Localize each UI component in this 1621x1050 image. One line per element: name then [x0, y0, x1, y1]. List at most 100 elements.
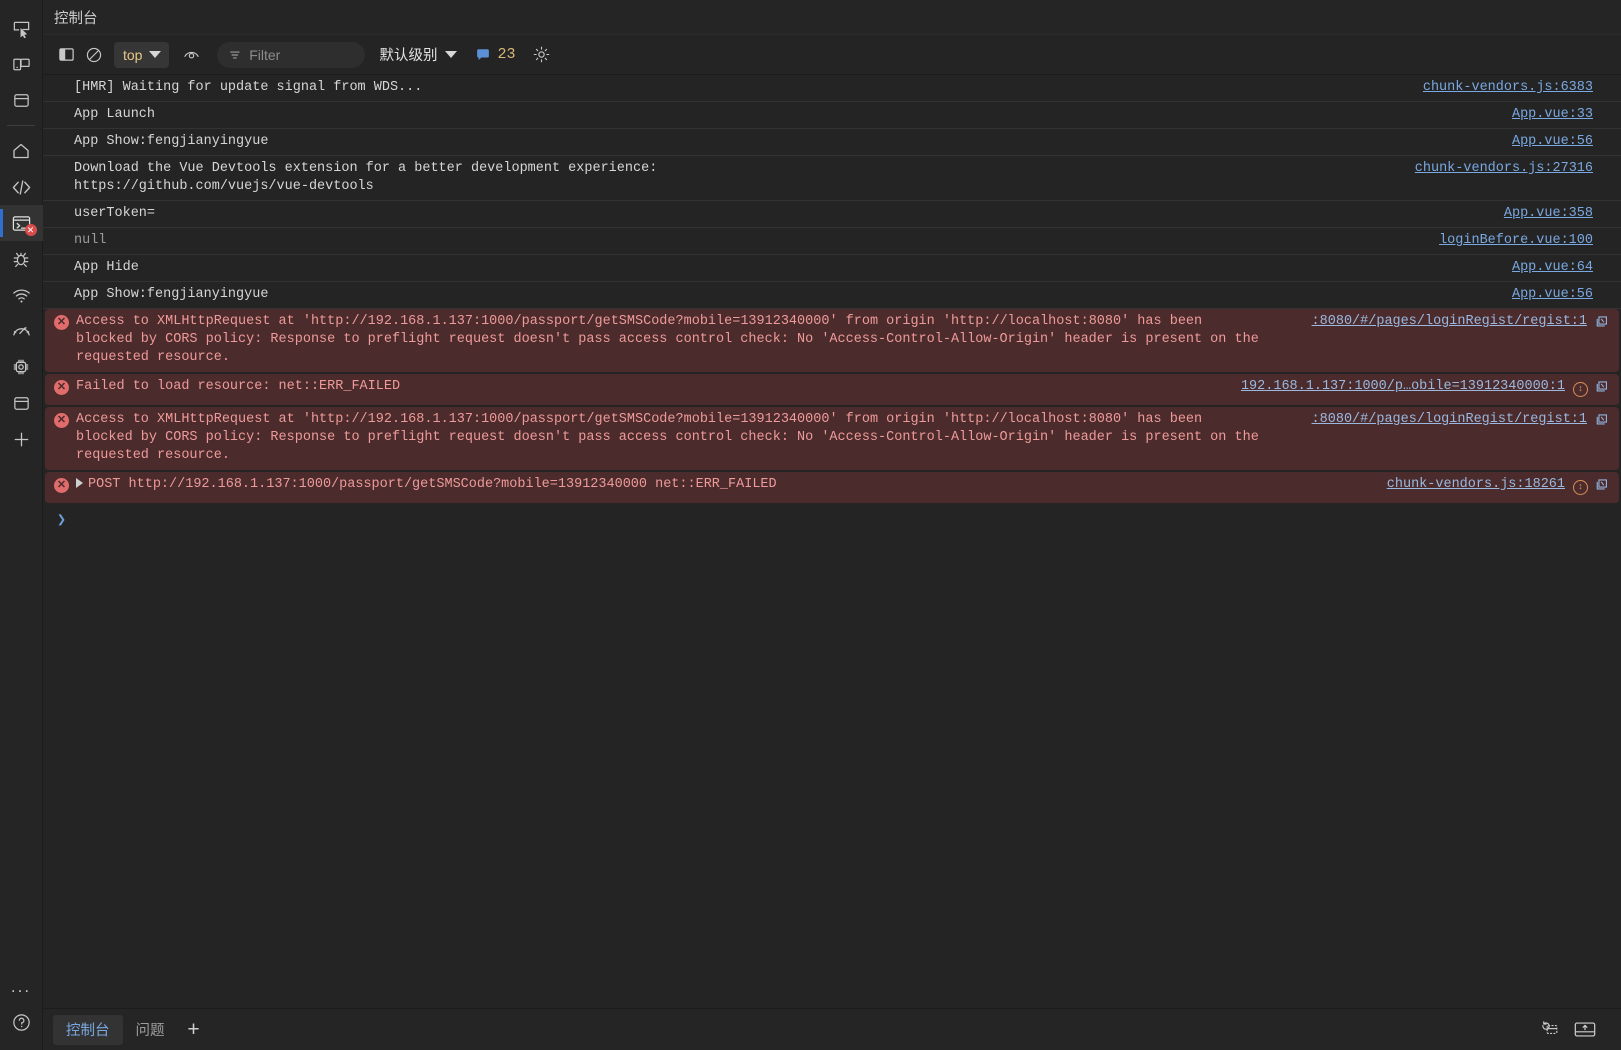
- log-source-link[interactable]: App.vue:56: [1498, 286, 1621, 304]
- log-text: ' from origin ': [829, 314, 951, 329]
- devtools-main: 控制台 top Filter 默认级别 23 [HMR] Waiting for…: [43, 0, 1621, 1050]
- log-text: userToken=: [74, 206, 156, 221]
- log-message: Download the Vue Devtools extension for …: [43, 160, 1401, 196]
- console-log-row[interactable]: null loginBefore.vue:100: [43, 228, 1621, 255]
- filter-input-wrapper[interactable]: [217, 41, 366, 68]
- log-source-link[interactable]: chunk-vendors.js:27316: [1401, 160, 1621, 178]
- log-text: Access to XMLHttpRequest at ': [76, 314, 311, 329]
- devtools-window: ✕ ... 控制台 top Filter 默认级别 23 [HMR] Waiti…: [0, 0, 1621, 1050]
- console-error-row[interactable]: ✕ Failed to load resource: net::ERR_FAILE…: [45, 374, 1619, 406]
- console-log-row[interactable]: App Hide App.vue:64: [43, 255, 1621, 282]
- gear-icon[interactable]: [527, 41, 555, 69]
- log-source-link[interactable]: App.vue:33: [1498, 106, 1621, 124]
- more-options-label: ...: [10, 976, 32, 996]
- message-count-badge[interactable]: 23: [475, 46, 515, 63]
- stack-trace-icon[interactable]: [1595, 476, 1610, 498]
- log-source-link[interactable]: 192.168.1.137:1000/p…obile=13912340000:1: [1227, 378, 1573, 396]
- log-message: App Show:fengjianyingyue: [43, 133, 1498, 151]
- console-toolbar: top 默认级别: [43, 35, 1621, 75]
- live-expression-eye-icon[interactable]: [177, 41, 205, 69]
- filter-input[interactable]: [249, 46, 354, 63]
- console-log-row[interactable]: App Show:fengjianyingyue App.vue:56: [43, 129, 1621, 156]
- log-text: Access to XMLHttpRequest at ': [76, 412, 311, 427]
- log-level-select[interactable]: 默认级别: [379, 44, 458, 65]
- panel-layout-icon[interactable]: [0, 82, 43, 118]
- more-options-icon[interactable]: ...: [0, 968, 43, 1004]
- log-message: Access to XMLHttpRequest at 'http://192.…: [45, 411, 1298, 465]
- bug-icon[interactable]: [0, 241, 43, 277]
- log-source-link[interactable]: :8080/#/pages/loginRegist/regist:1: [1298, 411, 1595, 429]
- log-link[interactable]: http://localhost:8080: [951, 314, 1121, 329]
- log-source-link[interactable]: App.vue:358: [1490, 205, 1621, 223]
- console-error-row[interactable]: ✕ Access to XMLHttpRequest at 'http://192…: [45, 309, 1619, 373]
- dock-panel-icon[interactable]: [1573, 1020, 1597, 1039]
- bottom-tab-bar: 控制台 问题 +: [43, 1008, 1621, 1050]
- activity-bar-bottom-group: ...: [0, 968, 43, 1050]
- stack-trace-icon[interactable]: [1595, 411, 1610, 433]
- log-source-link[interactable]: chunk-vendors.js:6383: [1409, 79, 1621, 97]
- log-source-link[interactable]: loginBefore.vue:100: [1425, 232, 1621, 250]
- inspect-element-icon[interactable]: [0, 10, 43, 46]
- log-source-link[interactable]: App.vue:56: [1498, 133, 1621, 151]
- console-log-row[interactable]: [HMR] Waiting for update signal from WDS…: [43, 75, 1621, 102]
- page-title: 控制台: [43, 0, 1621, 35]
- network-wifi-icon[interactable]: [0, 277, 43, 313]
- log-link[interactable]: http://localhost:8080: [951, 412, 1121, 427]
- log-message: App Hide: [43, 259, 1498, 277]
- sidebar-toggle-icon[interactable]: [52, 41, 80, 69]
- code-icon[interactable]: [0, 169, 43, 205]
- log-text: App Show:fengjianyingyue: [74, 287, 269, 302]
- log-source-link[interactable]: chunk-vendors.js:18261: [1373, 476, 1573, 494]
- bottom-tab-issues[interactable]: 问题: [123, 1015, 178, 1045]
- log-link[interactable]: http://192.168.1.137:1000/passport/getSM…: [311, 412, 829, 427]
- bottom-tab-issues-label: 问题: [135, 1023, 165, 1039]
- activity-bar-divider: [7, 125, 35, 126]
- plus-icon[interactable]: [0, 421, 43, 457]
- log-message: Access to XMLHttpRequest at 'http://192.…: [45, 313, 1298, 367]
- bottom-tab-console[interactable]: 控制台: [53, 1014, 123, 1045]
- home-icon[interactable]: [0, 133, 43, 169]
- stack-trace-icon[interactable]: [1595, 313, 1610, 335]
- log-link[interactable]: https://github.com/vuejs/vue-devtools: [74, 179, 374, 194]
- prompt-chevron-icon: ❯: [57, 512, 67, 529]
- performance-gauge-icon[interactable]: [0, 313, 43, 349]
- chevron-down-icon: [149, 51, 162, 58]
- speech-bubble-icon: [477, 48, 490, 60]
- console-log-row[interactable]: Download the Vue Devtools extension for …: [43, 156, 1621, 201]
- console-prompt[interactable]: ❯: [43, 505, 1621, 534]
- log-row-actions: ↕: [1573, 378, 1619, 400]
- log-message: App Launch: [43, 106, 1498, 124]
- circle-arrow-icon[interactable]: ↕: [1573, 381, 1588, 397]
- console-log-row[interactable]: App Show:fengjianyingyue App.vue:56: [43, 282, 1621, 309]
- log-link[interactable]: http://192.168.1.137:1000/passport/getSM…: [129, 477, 647, 492]
- disclosure-triangle-icon[interactable]: [76, 478, 83, 489]
- log-message: App Show:fengjianyingyue: [43, 286, 1498, 304]
- console-icon[interactable]: ✕: [0, 205, 43, 241]
- filter-icon: [230, 50, 241, 59]
- log-message: null: [43, 232, 1425, 250]
- application-window-icon[interactable]: [0, 385, 43, 421]
- activity-bar: ✕ ...: [0, 0, 43, 1050]
- chip-memory-icon[interactable]: [0, 349, 43, 385]
- clear-console-icon[interactable]: [80, 41, 108, 69]
- log-row-actions: ↕: [1573, 476, 1619, 498]
- log-source-link[interactable]: App.vue:64: [1498, 259, 1621, 277]
- console-log-row[interactable]: userToken= App.vue:358: [43, 201, 1621, 228]
- console-error-row[interactable]: ✕ Access to XMLHttpRequest at 'http://192…: [45, 407, 1619, 471]
- console-log-row[interactable]: App Launch App.vue:33: [43, 102, 1621, 129]
- refresh-device-icon[interactable]: [1538, 1020, 1559, 1039]
- console-error-row[interactable]: ✕ POST http://192.168.1.137:1000/passport…: [45, 472, 1619, 504]
- device-toolbar-icon[interactable]: [0, 46, 43, 82]
- log-text: POST: [88, 477, 129, 492]
- help-icon[interactable]: [0, 1004, 43, 1040]
- execution-context-select[interactable]: top: [114, 41, 170, 68]
- log-link[interactable]: http://192.168.1.137:1000/passport/getSM…: [311, 314, 829, 329]
- console-log-list[interactable]: [HMR] Waiting for update signal from WDS…: [43, 75, 1621, 1008]
- log-row-actions: [1595, 411, 1619, 433]
- log-text: null: [74, 233, 107, 248]
- bottom-bar-actions: [1538, 1020, 1611, 1039]
- circle-arrow-icon[interactable]: ↕: [1573, 479, 1588, 495]
- add-tab-button[interactable]: +: [178, 1015, 210, 1045]
- log-source-link[interactable]: :8080/#/pages/loginRegist/regist:1: [1298, 313, 1595, 331]
- stack-trace-icon[interactable]: [1595, 378, 1610, 400]
